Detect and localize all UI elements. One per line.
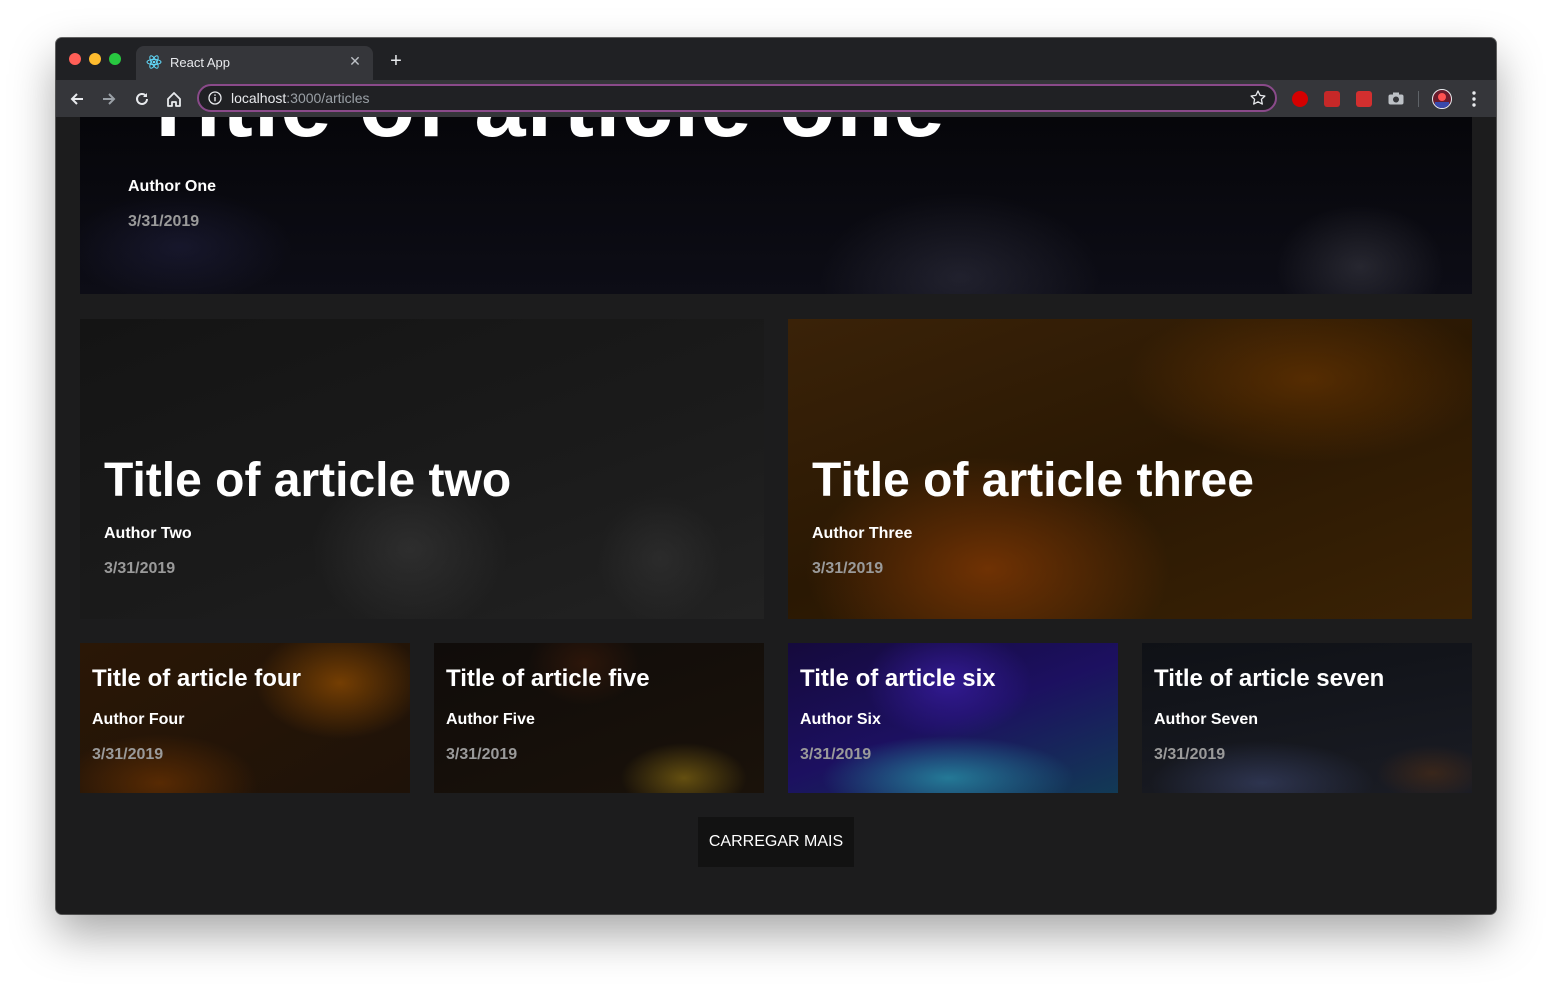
article-card-two[interactable]: Title of article two Author Two 3/31/201… [80, 319, 764, 619]
toolbar-divider [1418, 91, 1419, 107]
url-path: :3000/articles [286, 90, 370, 106]
avatar[interactable] [1432, 89, 1452, 109]
address-bar[interactable]: localhost:3000/articles [197, 84, 1277, 112]
plus-icon[interactable]: + [386, 51, 406, 71]
info-icon[interactable] [208, 91, 222, 105]
article-title: Title of article two [104, 454, 512, 507]
url-host: localhost [231, 90, 287, 106]
close-window-button[interactable] [69, 53, 81, 65]
article-date: 3/31/2019 [104, 560, 176, 577]
article-author: Author Four [92, 711, 185, 728]
browser-window: React App ✕ + localhost:3000/articles Au… [56, 38, 1496, 914]
close-icon[interactable]: ✕ [347, 53, 363, 69]
menu-icon[interactable] [1468, 89, 1480, 109]
tab-strip: React App ✕ + [56, 38, 1496, 80]
article-date: 3/31/2019 [92, 746, 164, 763]
article-title: Title of article seven [1154, 665, 1385, 692]
article-author: Author Three [812, 525, 913, 542]
forward-icon[interactable] [97, 87, 121, 111]
article-title: Title of article one [140, 117, 946, 158]
article-date: 3/31/2019 [446, 746, 518, 763]
camera-icon[interactable] [1388, 92, 1404, 105]
article-author: Author Two [104, 525, 192, 542]
article-title: Title of article six [800, 665, 996, 692]
article-title: Title of article five [446, 665, 650, 692]
article-card-four[interactable]: Title of article four Author Four 3/31/2… [80, 643, 410, 793]
article-author: Author One [128, 178, 216, 195]
article-date: 3/31/2019 [1154, 746, 1226, 763]
maximize-window-button[interactable] [109, 53, 121, 65]
article-date: 3/31/2019 [800, 746, 872, 763]
extension-icon[interactable] [1356, 91, 1372, 107]
tab-title: React App [170, 55, 230, 70]
article-card-six[interactable]: Title of article six Author Six 3/31/201… [788, 643, 1118, 793]
article-title: Title of article three [812, 454, 1254, 507]
toolbar: localhost:3000/articles [56, 80, 1496, 117]
star-icon[interactable] [1249, 89, 1267, 107]
article-card-three[interactable]: Title of article three Author Three 3/31… [788, 319, 1472, 619]
extension-icon[interactable] [1292, 91, 1308, 107]
article-author: Author Six [800, 711, 881, 728]
reload-icon[interactable] [130, 87, 154, 111]
load-more-button[interactable]: CARREGAR MAIS [698, 817, 854, 867]
article-card-featured[interactable]: Title of article one Author One 3/31/201… [80, 117, 1472, 294]
react-icon [146, 54, 162, 70]
articles-page: Title of article one Author One 3/31/201… [56, 117, 1496, 914]
article-author: Author Five [446, 711, 535, 728]
article-author: Author Seven [1154, 711, 1259, 728]
home-icon[interactable] [162, 87, 186, 111]
back-icon[interactable] [65, 87, 89, 111]
extension-icon[interactable] [1324, 91, 1340, 107]
minimize-window-button[interactable] [89, 53, 101, 65]
article-card-five[interactable]: Title of article five Author Five 3/31/2… [434, 643, 764, 793]
url-text: localhost:3000/articles [231, 90, 370, 106]
article-date: 3/31/2019 [128, 213, 200, 230]
tab-react-app[interactable]: React App ✕ [136, 46, 373, 80]
article-date: 3/31/2019 [812, 560, 884, 577]
article-title: Title of article four [92, 665, 301, 692]
article-card-seven[interactable]: Title of article seven Author Seven 3/31… [1142, 643, 1472, 793]
